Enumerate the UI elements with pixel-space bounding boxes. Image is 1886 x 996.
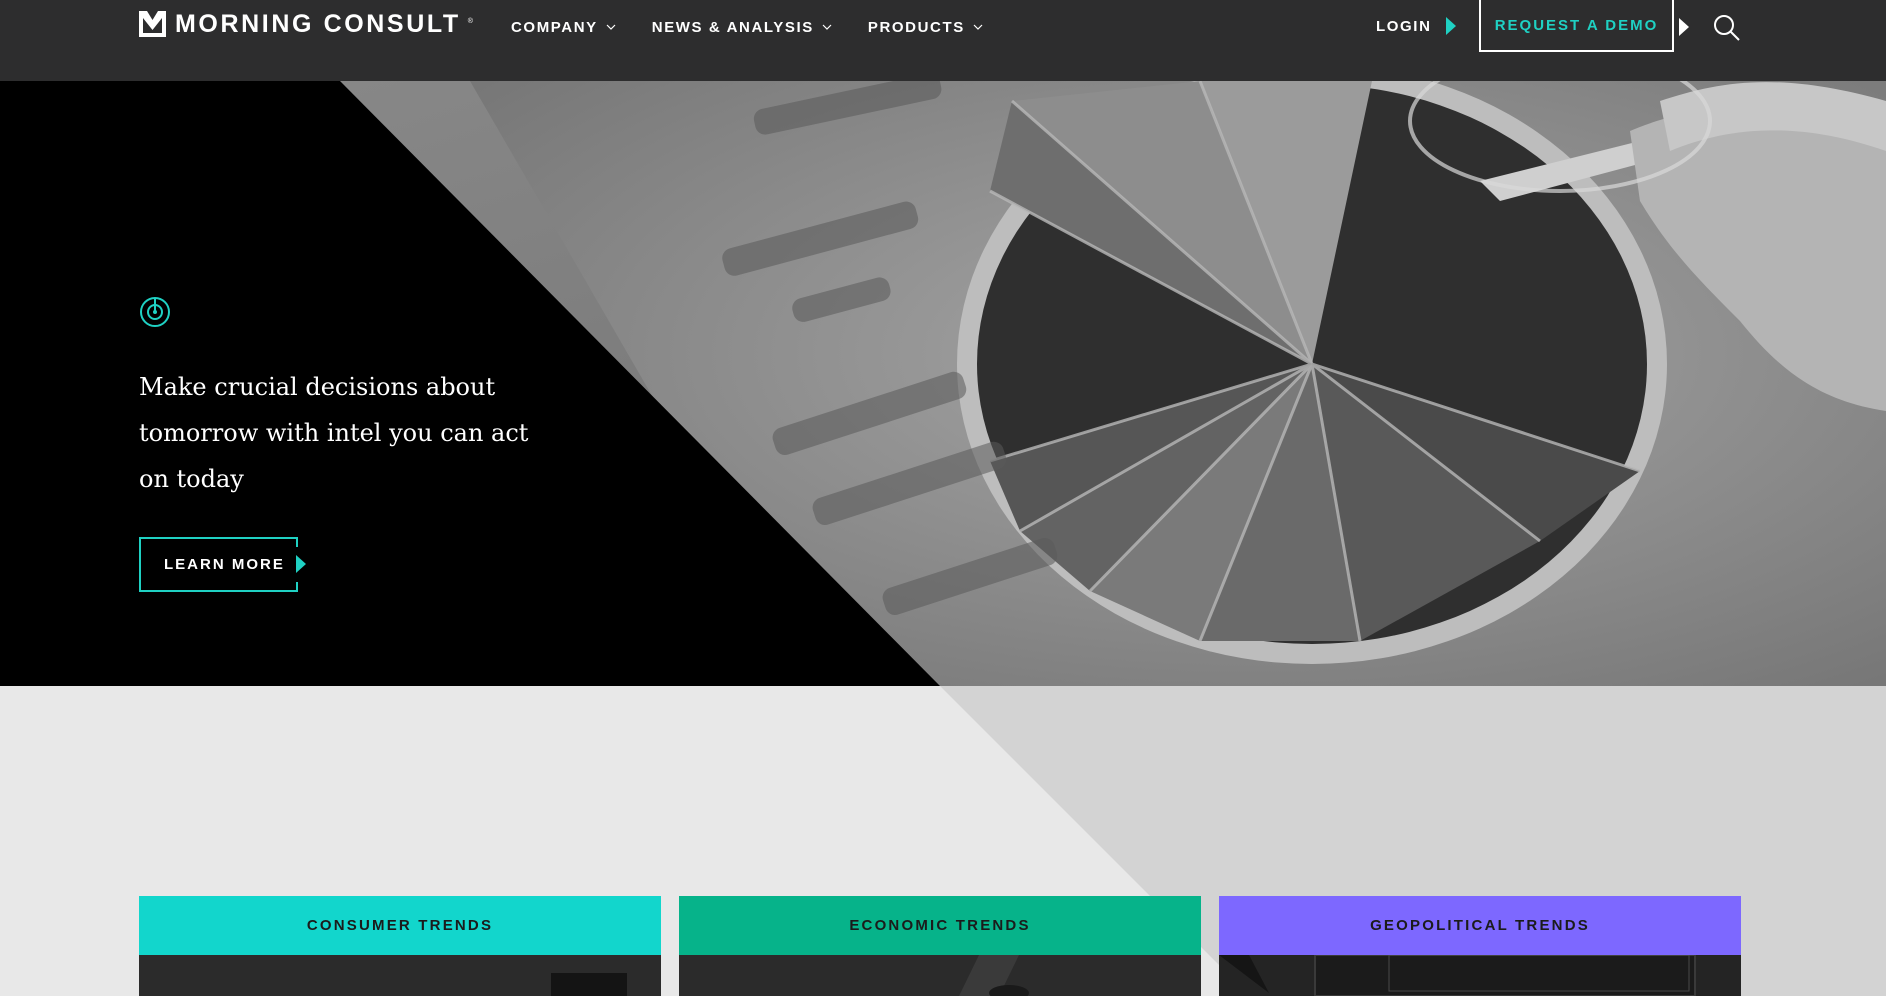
nav-item-company[interactable]: COMPANY — [511, 17, 616, 37]
card-header[interactable]: ECONOMIC TRENDS — [679, 896, 1201, 955]
card-title: ECONOMIC TRENDS — [849, 917, 1031, 934]
trend-cards: CONSUMER TRENDS ECONOMIC TRENDS GEOPOLIT… — [139, 896, 1741, 996]
chevron-down-icon — [606, 24, 616, 30]
login-label: LOGIN — [1376, 17, 1432, 35]
card-consumer-trends[interactable]: CONSUMER TRENDS — [139, 896, 661, 996]
play-arrow-icon — [1679, 18, 1689, 36]
button-border-segment — [296, 582, 298, 592]
card-image — [139, 955, 661, 996]
hero-headline: Make crucial decisions about tomorrow wi… — [139, 373, 529, 493]
search-icon[interactable] — [1713, 14, 1741, 42]
card-geopolitical-trends[interactable]: GEOPOLITICAL TRENDS — [1219, 896, 1741, 996]
nav-item-label: PRODUCTS — [867, 18, 965, 36]
nav-item-label: COMPANY — [511, 18, 598, 36]
card-title: GEOPOLITICAL TRENDS — [1370, 917, 1590, 934]
morning-consult-logo-icon — [139, 11, 166, 37]
chevron-down-icon — [822, 24, 832, 30]
learn-more-button[interactable]: LEARN MORE — [139, 537, 298, 592]
login-link[interactable]: LOGIN — [1376, 17, 1456, 35]
request-demo-button[interactable]: REQUEST A DEMO — [1479, 0, 1674, 52]
request-demo-label: REQUEST A DEMO — [1494, 16, 1659, 34]
nav-item-label: NEWS & ANALYSIS — [651, 18, 814, 36]
play-arrow-icon — [1445, 17, 1456, 35]
card-image — [1219, 955, 1741, 996]
hero-banner: Make crucial decisions about tomorrow wi… — [0, 81, 1886, 686]
card-title: CONSUMER TRENDS — [306, 917, 494, 934]
card-image-graphic — [679, 955, 1201, 996]
learn-more-label: LEARN MORE — [164, 556, 285, 573]
card-header[interactable]: CONSUMER TRENDS — [139, 896, 661, 955]
top-navigation-bar: MORNING CONSULT ® COMPANY NEWS & ANALYSI… — [0, 0, 1886, 81]
card-economic-trends[interactable]: ECONOMIC TRENDS — [679, 896, 1201, 996]
nav-item-news-analysis[interactable]: NEWS & ANALYSIS — [652, 17, 832, 37]
target-icon — [140, 297, 170, 327]
brand-name: MORNING CONSULT — [175, 9, 461, 38]
chevron-down-icon — [973, 24, 983, 30]
play-arrow-icon — [296, 555, 306, 573]
brand-logo[interactable]: MORNING CONSULT ® — [139, 10, 475, 38]
card-image-graphic — [1219, 955, 1741, 996]
card-image — [679, 955, 1201, 996]
main-nav: COMPANY NEWS & ANALYSIS PRODUCTS — [511, 17, 983, 37]
registered-mark: ® — [467, 17, 473, 25]
nav-item-products[interactable]: PRODUCTS — [868, 17, 983, 37]
card-header[interactable]: GEOPOLITICAL TRENDS — [1219, 896, 1741, 955]
button-border-segment — [296, 537, 298, 547]
